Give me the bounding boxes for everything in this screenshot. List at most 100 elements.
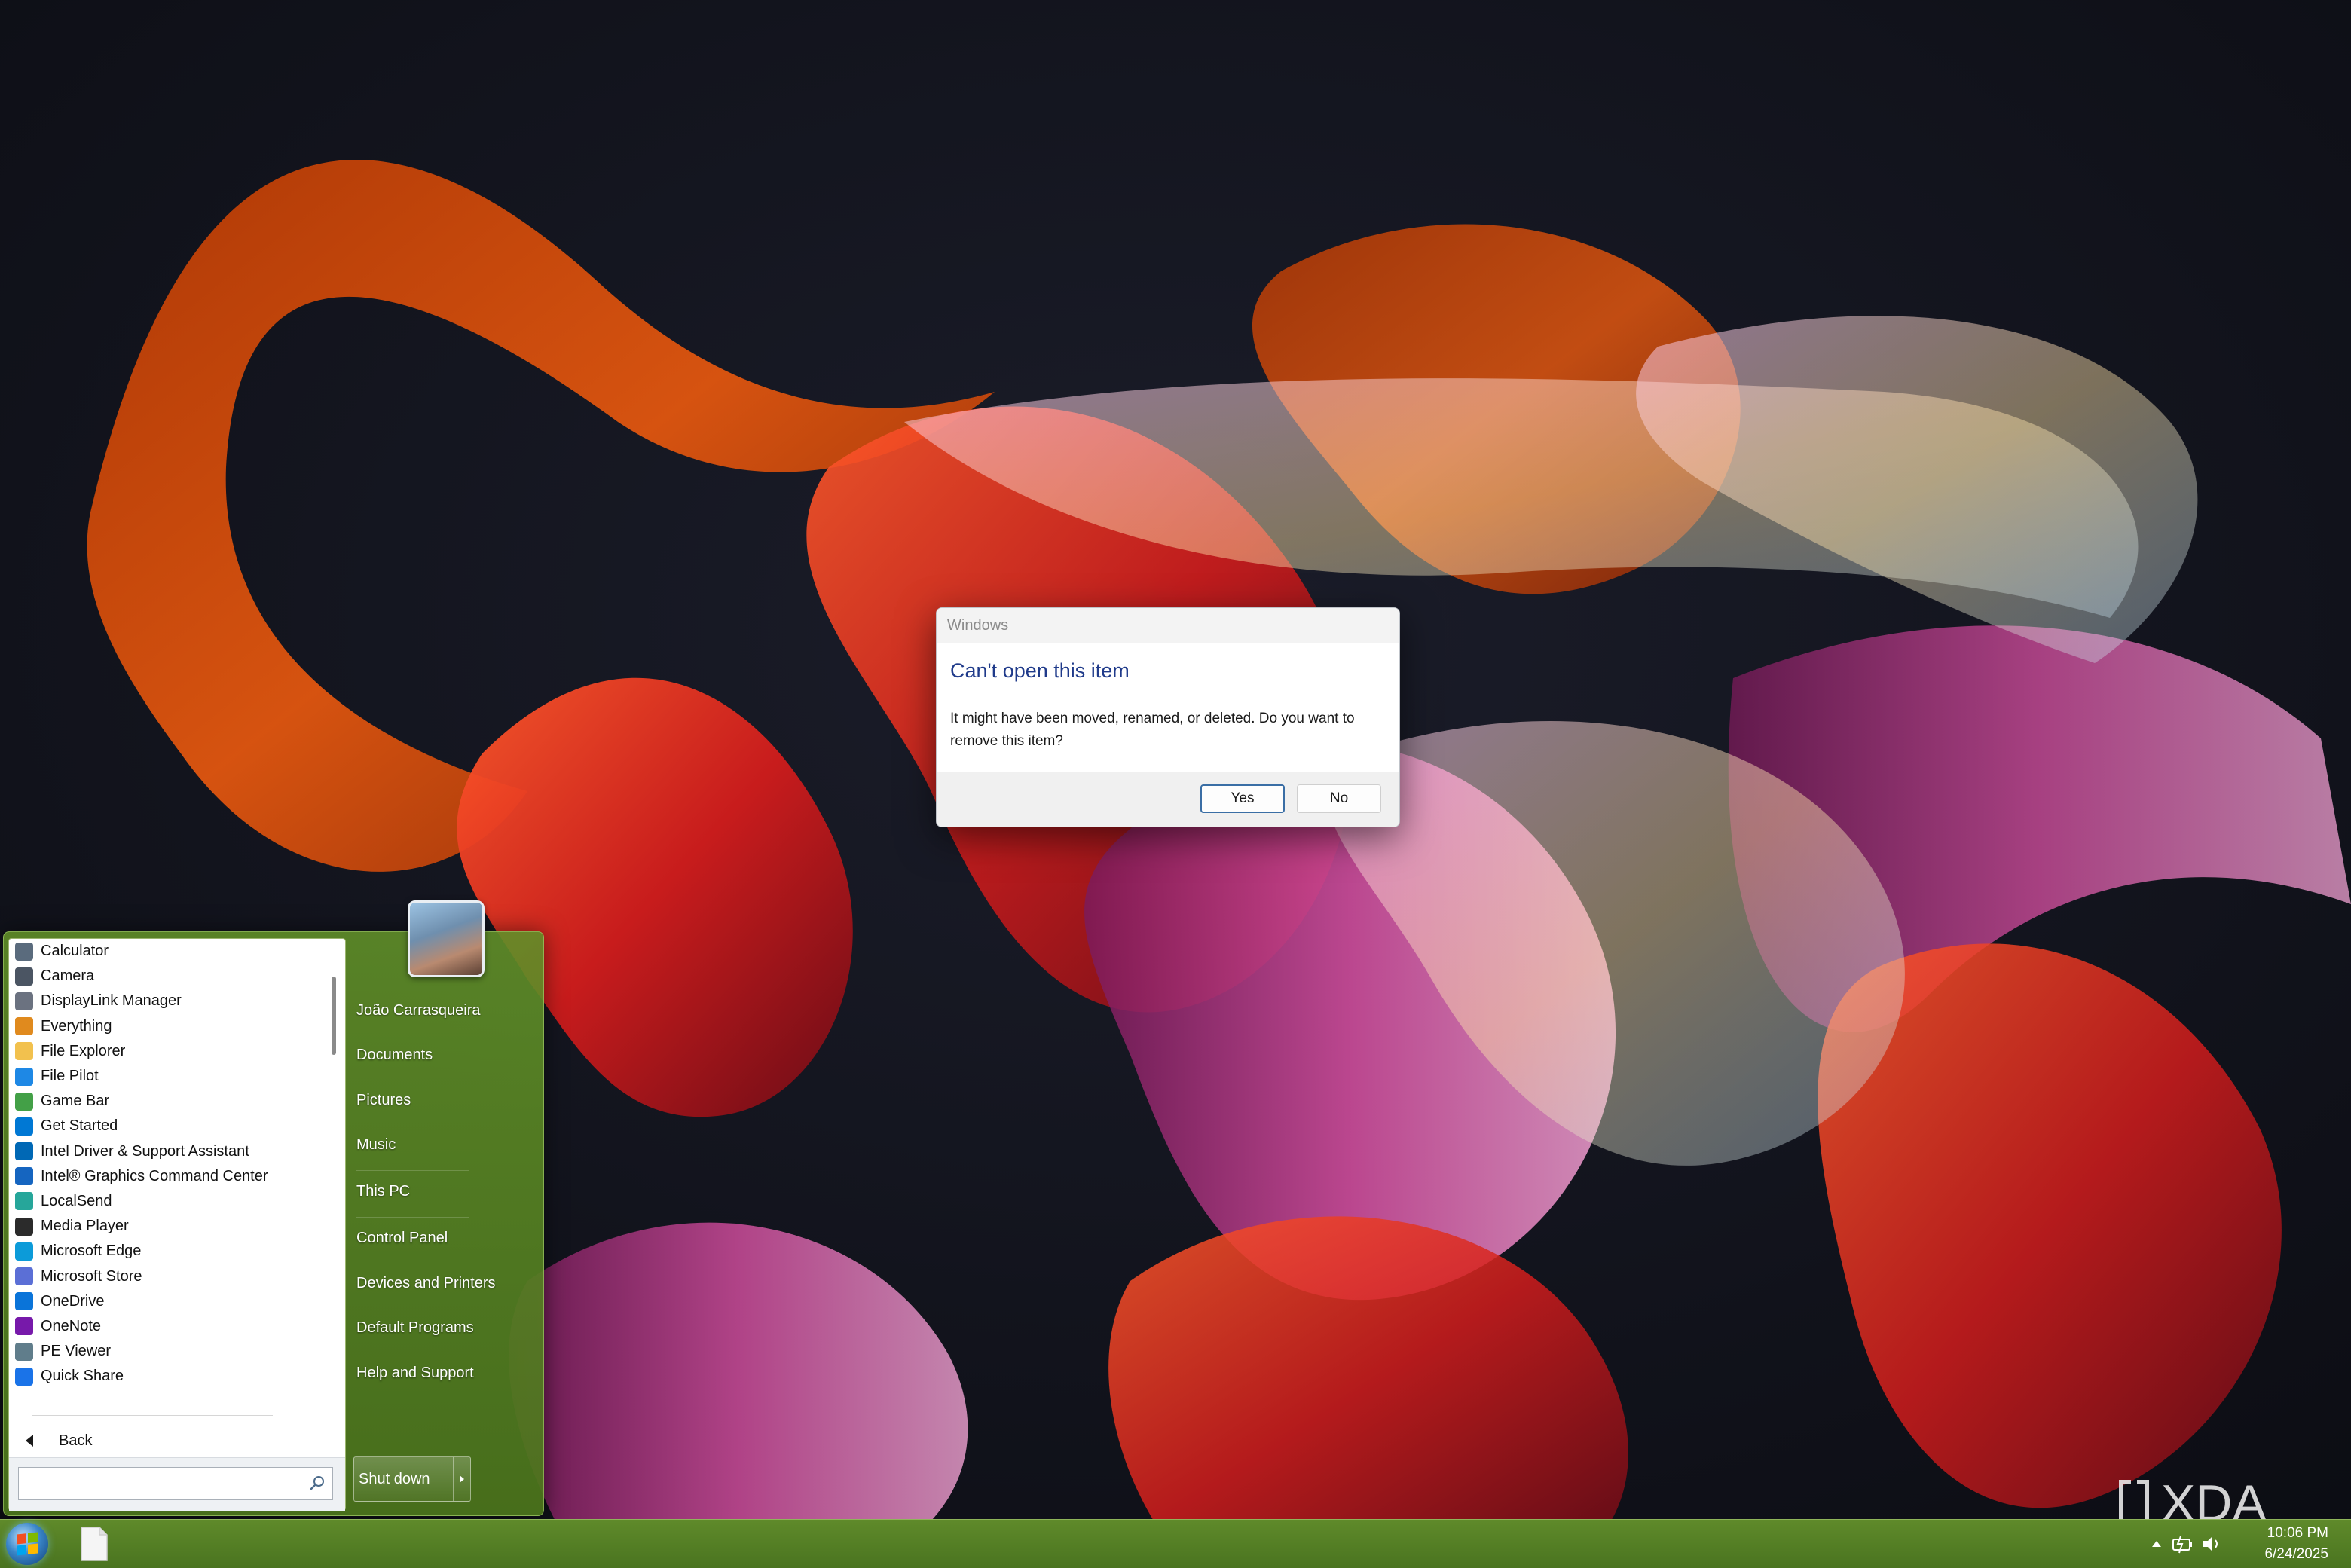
volume-icon[interactable] xyxy=(2200,1533,2223,1554)
help-support-link[interactable]: Help and Support xyxy=(356,1358,474,1388)
everything-icon xyxy=(15,1017,33,1036)
program-item[interactable]: File Explorer xyxy=(9,1039,326,1064)
start-menu: Calculator Camera DisplayLink Manager Every… xyxy=(3,900,544,1516)
program-label: Camera xyxy=(41,967,95,985)
user-avatar[interactable] xyxy=(408,900,485,977)
program-item[interactable]: Media Player xyxy=(9,1214,326,1239)
back-button[interactable]: Back xyxy=(17,1426,92,1456)
displaylink-icon xyxy=(15,992,33,1010)
user-name-link[interactable]: João Carrasqueira xyxy=(356,995,481,1025)
quick-share-icon xyxy=(15,1367,33,1386)
start-button[interactable] xyxy=(6,1523,48,1565)
scrollbar-thumb[interactable] xyxy=(332,977,336,1055)
program-item[interactable]: Game Bar xyxy=(9,1089,326,1114)
documents-link[interactable]: Documents xyxy=(356,1040,433,1070)
program-item[interactable]: Intel Driver & Support Assistant xyxy=(9,1139,326,1164)
program-item[interactable]: Microsoft Edge xyxy=(9,1239,326,1264)
program-item[interactable]: PE Viewer xyxy=(9,1339,326,1364)
camera-icon xyxy=(15,967,33,986)
back-arrow-icon xyxy=(26,1435,33,1447)
program-label: OneDrive xyxy=(41,1292,105,1310)
program-label: Microsoft Edge xyxy=(41,1242,142,1260)
onenote-icon xyxy=(15,1317,33,1336)
store-icon xyxy=(15,1267,33,1286)
program-list-scrollbar[interactable] xyxy=(329,939,341,1395)
program-label: OneNote xyxy=(41,1317,102,1334)
program-item[interactable]: DisplayLink Manager xyxy=(9,989,326,1013)
program-label: Media Player xyxy=(41,1218,129,1235)
file-pilot-icon xyxy=(15,1067,33,1086)
default-programs-link[interactable]: Default Programs xyxy=(356,1313,474,1343)
places-separator xyxy=(356,1170,469,1171)
dialog-title: Windows xyxy=(937,608,1399,643)
clock-date: 6/24/2025 xyxy=(2264,1546,2328,1562)
system-tray: 10:06 PM 6/24/2025 xyxy=(2125,1520,2351,1568)
control-panel-link[interactable]: Control Panel xyxy=(356,1223,448,1253)
devices-printers-link[interactable]: Devices and Printers xyxy=(356,1268,496,1298)
shutdown-button[interactable]: Shut down xyxy=(354,1457,454,1501)
file-icon[interactable] xyxy=(80,1526,109,1562)
program-item[interactable]: OneNote xyxy=(9,1314,326,1339)
program-label: PE Viewer xyxy=(41,1343,112,1360)
error-dialog: Windows Can't open this item It might ha… xyxy=(936,607,1400,827)
no-button[interactable]: No xyxy=(1297,784,1381,813)
shutdown-button-group: Shut down xyxy=(353,1456,471,1502)
program-label: Intel Driver & Support Assistant xyxy=(41,1142,249,1160)
localsend-icon xyxy=(15,1192,33,1211)
places-separator xyxy=(356,1217,469,1218)
game-bar-icon xyxy=(15,1092,33,1111)
program-label: LocalSend xyxy=(41,1192,112,1209)
dialog-footer: Yes No xyxy=(937,772,1399,827)
program-label: Game Bar xyxy=(41,1093,110,1110)
search-icon[interactable] xyxy=(309,1475,326,1491)
program-label: Microsoft Store xyxy=(41,1267,142,1285)
program-label: File Explorer xyxy=(41,1042,126,1059)
get-started-icon xyxy=(15,1117,33,1136)
program-label: File Pilot xyxy=(41,1068,99,1085)
program-label: Get Started xyxy=(41,1117,118,1135)
program-item[interactable]: Microsoft Store xyxy=(9,1264,326,1288)
program-item[interactable]: LocalSend xyxy=(9,1189,326,1214)
edge-icon xyxy=(15,1242,33,1261)
program-item[interactable]: Everything xyxy=(9,1014,326,1039)
program-item[interactable]: Calculator xyxy=(9,939,326,964)
onedrive-icon xyxy=(15,1292,33,1311)
show-hidden-icons-chevron-icon[interactable] xyxy=(2152,1541,2161,1547)
program-list: Calculator Camera DisplayLink Manager Every… xyxy=(9,939,326,1389)
taskbar-clock[interactable]: 10:06 PM 6/24/2025 xyxy=(2264,1523,2328,1565)
back-separator xyxy=(32,1415,273,1416)
program-item[interactable]: Get Started xyxy=(9,1114,326,1139)
program-item[interactable]: Quick Share xyxy=(9,1364,326,1389)
program-item[interactable]: File Pilot xyxy=(9,1064,326,1089)
shutdown-options-chevron-icon[interactable] xyxy=(454,1457,470,1501)
program-label: Everything xyxy=(41,1017,112,1035)
program-item[interactable]: Intel® Graphics Command Center xyxy=(9,1164,326,1189)
back-label: Back xyxy=(59,1432,93,1449)
battery-power-icon[interactable] xyxy=(2172,1533,2194,1554)
folder-icon xyxy=(15,1042,33,1061)
start-menu-programs-pane: Calculator Camera DisplayLink Manager Every… xyxy=(8,938,346,1511)
music-link[interactable]: Music xyxy=(356,1129,396,1160)
program-label: Quick Share xyxy=(41,1368,124,1385)
pe-viewer-icon xyxy=(15,1342,33,1361)
program-label: Calculator xyxy=(41,943,109,960)
taskbar: 10:06 PM 6/24/2025 xyxy=(0,1519,2351,1568)
this-pc-link[interactable]: This PC xyxy=(356,1176,410,1206)
start-menu-places-pane: João Carrasqueira Documents Pictures Mus… xyxy=(352,900,540,1515)
pictures-link[interactable]: Pictures xyxy=(356,1085,411,1115)
dialog-heading: Can't open this item xyxy=(950,659,1130,682)
intel-dsa-icon xyxy=(15,1142,33,1161)
yes-button[interactable]: Yes xyxy=(1200,784,1285,813)
clock-time: 10:06 PM xyxy=(2267,1525,2328,1541)
windows-logo-icon xyxy=(17,1532,38,1556)
search-input[interactable] xyxy=(18,1467,333,1500)
search-area xyxy=(9,1457,345,1511)
intel-graphics-icon xyxy=(15,1167,33,1186)
program-item[interactable]: Camera xyxy=(9,964,326,989)
program-item[interactable]: OneDrive xyxy=(9,1289,326,1314)
calculator-icon xyxy=(15,942,33,961)
program-label: DisplayLink Manager xyxy=(41,992,182,1010)
media-player-icon xyxy=(15,1217,33,1236)
program-label: Intel® Graphics Command Center xyxy=(41,1167,268,1184)
dialog-message: It might have been moved, renamed, or de… xyxy=(950,711,1355,749)
